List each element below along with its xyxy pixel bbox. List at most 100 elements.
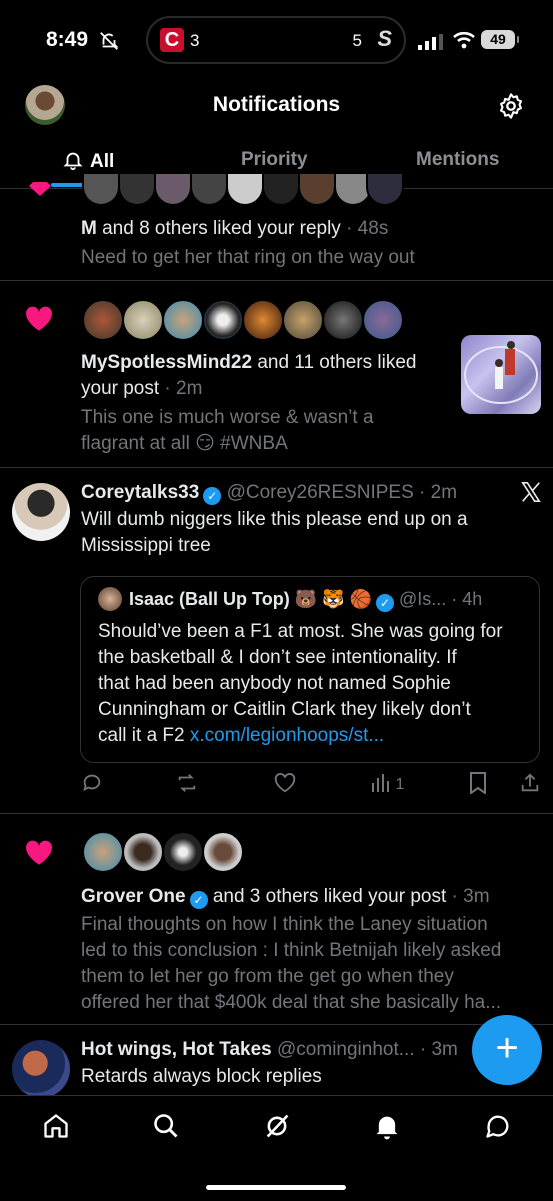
- heart-icon: [29, 182, 51, 196]
- liker-avatar[interactable]: [162, 299, 204, 341]
- verified-badge-icon: ✓: [203, 487, 222, 505]
- bookmark-icon[interactable]: [469, 772, 487, 794]
- author-avatar[interactable]: [12, 1040, 70, 1098]
- bell-icon: [63, 152, 83, 171]
- timestamp: · 48s: [340, 218, 389, 239]
- post-text-line: Mississippi tree: [81, 535, 211, 556]
- quoted-author-avatar: [98, 587, 122, 611]
- quoted-text-line: Cunningham or Caitlin Clark they likely …: [98, 699, 471, 720]
- liker-avatar[interactable]: [122, 299, 164, 341]
- white-sox-logo-icon: S: [377, 26, 392, 51]
- tab-all[interactable]: All: [62, 149, 114, 173]
- quoted-text-line: that had been anybody not named Sophie: [98, 673, 451, 694]
- liker-avatar[interactable]: [82, 299, 124, 341]
- right-score: 5: [352, 31, 362, 50]
- divider: [0, 467, 553, 468]
- grok-icon[interactable]: [263, 1112, 291, 1140]
- action-line-2: your post · 2m: [81, 376, 202, 402]
- heart-icon: [26, 306, 52, 331]
- battery-indicator: 49: [481, 30, 519, 49]
- tab-priority[interactable]: Priority: [241, 149, 308, 171]
- action-text: and 8 others liked your reply: [96, 218, 341, 239]
- search-icon[interactable]: [152, 1112, 180, 1140]
- author-avatar[interactable]: [12, 483, 70, 541]
- signal-icon: [418, 34, 443, 50]
- post-header: Coreytalks33 ✓ @Corey26RESNIPES · 2m: [81, 480, 457, 506]
- smirk-emoji: 😏: [195, 433, 215, 454]
- compose-button[interactable]: +: [472, 1015, 542, 1085]
- quoted-text-line: call it a F2 x.com/legionhoops/st...: [98, 723, 384, 749]
- messages-icon[interactable]: [484, 1112, 512, 1140]
- settings-gear-icon[interactable]: [497, 92, 525, 120]
- notification-like-reply[interactable]: M and 8 others liked your reply · 48s: [81, 216, 388, 242]
- action-text-2: your post: [81, 378, 160, 399]
- quoted-post-header: Isaac (Ball Up Top) 🐻 🐯 🏀 ✓ @Is... · 4h: [129, 586, 482, 612]
- heart-icon: [26, 840, 52, 865]
- liker-name: Grover One: [81, 886, 186, 907]
- basketball-image: [464, 341, 538, 404]
- liker-avatar[interactable]: [118, 172, 156, 206]
- author-name[interactable]: Coreytalks33: [81, 482, 199, 503]
- guardians-logo-icon: C: [160, 28, 184, 52]
- timestamp: · 3m: [414, 1039, 458, 1060]
- dynamic-island-scoreboard[interactable]: C 3 5 S: [146, 16, 406, 64]
- quoted-text-line: the basketball & I don’t see intentional…: [98, 647, 457, 668]
- divider: [0, 1024, 553, 1025]
- home-icon[interactable]: [42, 1112, 70, 1140]
- share-icon[interactable]: [519, 772, 541, 794]
- liker-avatar[interactable]: [322, 299, 364, 341]
- tab-mentions[interactable]: Mentions: [416, 149, 499, 171]
- liker-avatar[interactable]: [298, 172, 336, 206]
- quoted-author-name: Isaac (Ball Up Top): [129, 589, 290, 609]
- wifi-icon: [453, 31, 475, 49]
- bell-slash-icon: [100, 32, 119, 50]
- reply-icon[interactable]: [81, 772, 103, 794]
- notifications-bell-icon[interactable]: [373, 1112, 401, 1140]
- post-text-line: Will dumb niggers like this please end u…: [81, 509, 468, 530]
- liker-avatar[interactable]: [162, 831, 204, 873]
- post-header: Hot wings, Hot Takes @cominginhot... · 3…: [81, 1037, 458, 1063]
- author-name[interactable]: Hot wings, Hot Takes: [81, 1039, 272, 1060]
- home-indicator: [206, 1185, 346, 1190]
- timestamp: · 4h: [446, 589, 483, 609]
- liker-avatar[interactable]: [190, 172, 228, 206]
- author-handle[interactable]: @cominginhot...: [277, 1039, 415, 1060]
- liker-avatar[interactable]: [362, 299, 404, 341]
- notification-like-post[interactable]: Grover One ✓ and 3 others liked your post…: [81, 884, 490, 910]
- snippet-line: offered her that $400k deal that she bas…: [81, 992, 502, 1013]
- liker-avatar[interactable]: [242, 299, 284, 341]
- post-text-line: Retards always block replies: [81, 1066, 322, 1087]
- liker-avatar[interactable]: [202, 299, 244, 341]
- post-thumbnail[interactable]: [461, 335, 541, 414]
- hashtag[interactable]: #WNBA: [220, 433, 288, 454]
- views-count[interactable]: 1: [371, 774, 404, 794]
- snippet-line: them to let her go from the get go when …: [81, 966, 454, 987]
- liker-avatar[interactable]: [282, 299, 324, 341]
- tab-all-label: All: [90, 151, 115, 172]
- left-score: 3: [190, 31, 200, 50]
- snippet-line: flagrant at all 😏 #WNBA: [81, 431, 288, 457]
- liker-avatar[interactable]: [366, 172, 404, 206]
- quoted-author-handle: @Is...: [398, 589, 447, 609]
- divider: [0, 280, 553, 281]
- x-logo-icon: [521, 482, 541, 502]
- author-emojis: 🐻 🐯 🏀: [294, 589, 372, 609]
- liker-avatar[interactable]: [202, 831, 244, 873]
- repost-icon[interactable]: [175, 772, 199, 794]
- liker-avatar[interactable]: [226, 172, 264, 206]
- liker-avatar[interactable]: [154, 172, 192, 206]
- timestamp: · 2m: [413, 482, 458, 503]
- action-text: and 11 others liked: [252, 352, 417, 373]
- page-title: Notifications: [212, 93, 341, 116]
- liker-avatar[interactable]: [82, 831, 124, 873]
- liker-avatar[interactable]: [262, 172, 300, 206]
- liker-name: MySpotlessMind22: [81, 352, 253, 373]
- snippet-text: flagrant at all: [81, 433, 190, 454]
- notification-like-post[interactable]: MySpotlessMind22 and 11 others liked: [81, 350, 416, 376]
- author-handle[interactable]: @Corey26RESNIPES: [227, 482, 414, 503]
- liker-avatar[interactable]: [122, 831, 164, 873]
- liker-avatar[interactable]: [82, 172, 120, 206]
- quoted-link[interactable]: x.com/legionhoops/st...: [190, 725, 384, 746]
- status-time: 8:49: [46, 28, 89, 51]
- like-icon[interactable]: [274, 772, 296, 794]
